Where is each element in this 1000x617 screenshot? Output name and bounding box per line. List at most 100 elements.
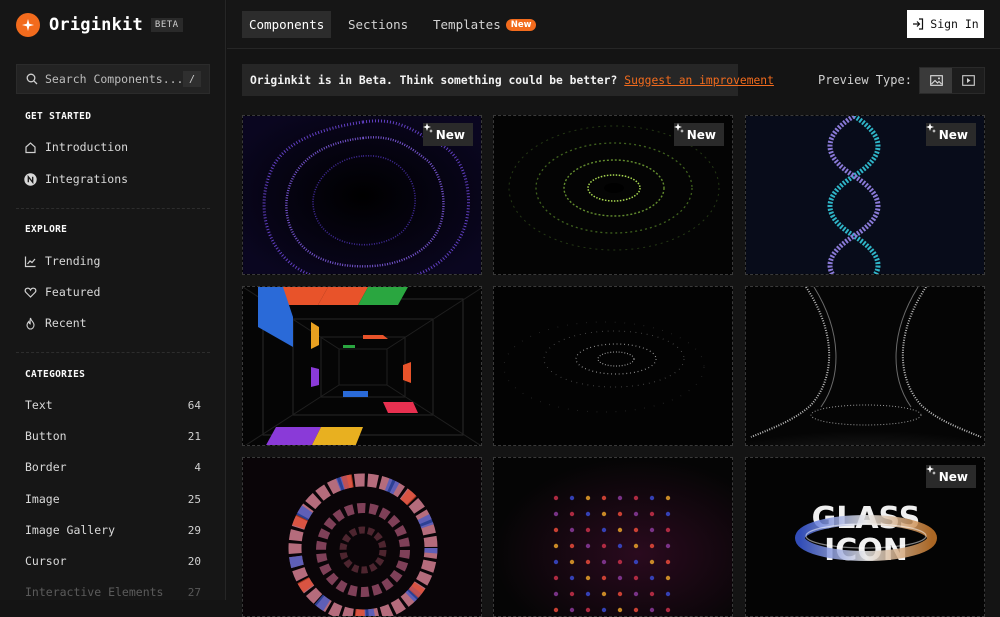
trending-icon	[24, 255, 37, 268]
grid-dot	[617, 495, 623, 501]
badge-label: New	[686, 127, 716, 142]
n-logo-icon	[24, 172, 37, 186]
category-item-image[interactable]: Image 25	[25, 489, 201, 509]
badge-label: New	[435, 127, 465, 142]
preview-type-label: Preview Type:	[818, 73, 912, 87]
component-card[interactable]: New	[242, 115, 482, 275]
grid-dot	[617, 511, 623, 517]
group-title-explore: EXPLORE	[25, 224, 68, 235]
grid-dot	[553, 559, 559, 565]
photo-ring-gallery-preview	[243, 458, 481, 616]
category-item-button[interactable]: Button 21	[25, 426, 201, 446]
component-card[interactable]	[242, 286, 482, 446]
color-tunnel-preview	[243, 287, 481, 445]
grid-dot	[633, 575, 639, 581]
new-badge: New	[673, 123, 724, 146]
component-card[interactable]: New	[745, 115, 985, 275]
grid-dot	[585, 575, 591, 581]
grid-dot	[569, 607, 575, 613]
grid-dot	[553, 607, 559, 613]
grid-dot	[665, 543, 671, 549]
category-label: Image	[25, 492, 60, 506]
top-bar: Components Sections Templates New Sign I…	[227, 0, 1000, 49]
grid-dot	[633, 527, 639, 533]
component-card[interactable]: GLASS ICON New	[745, 457, 985, 617]
category-label: Cursor	[25, 554, 67, 568]
search-placeholder: Search Components...	[45, 72, 184, 86]
sidebar-item-label: Recent	[45, 316, 87, 330]
grid-dot	[601, 575, 607, 581]
sign-in-button[interactable]: Sign In	[907, 10, 984, 38]
sidebar-item-featured[interactable]: Featured	[24, 282, 202, 302]
grid-dot	[553, 575, 559, 581]
sidebar-item-trending[interactable]: Trending	[24, 251, 202, 271]
new-pill: New	[505, 18, 537, 31]
category-item-cursor[interactable]: Cursor 20	[25, 551, 201, 571]
search-input[interactable]: Search Components... /	[16, 64, 210, 94]
badge-label: New	[938, 469, 968, 484]
grid-dot	[633, 511, 639, 517]
grid-dot	[633, 607, 639, 613]
component-card[interactable]	[242, 457, 482, 617]
tab-label: Templates	[433, 17, 501, 32]
grid-dot	[617, 607, 623, 613]
component-card[interactable]: New	[493, 115, 733, 275]
sidebar-item-integrations[interactable]: Integrations	[24, 169, 202, 189]
grid-dot	[553, 511, 559, 517]
category-item-text[interactable]: Text 64	[25, 395, 201, 415]
sidebar-item-label: Featured	[45, 285, 101, 299]
brand[interactable]: Originkit BETA	[16, 12, 183, 38]
grid-dot	[617, 575, 623, 581]
category-count: 64	[187, 398, 201, 412]
category-count: 27	[187, 585, 201, 599]
badge-label: New	[938, 127, 968, 142]
category-item-image-gallery[interactable]: Image Gallery 29	[25, 520, 201, 540]
sidebar: Originkit BETA Search Components... / GE…	[0, 0, 226, 600]
group-title-get-started: GET STARTED	[25, 111, 92, 122]
sidebar-item-introduction[interactable]: Introduction	[24, 137, 202, 157]
grid-dot	[601, 511, 607, 517]
tab-components[interactable]: Components	[242, 11, 332, 38]
grid-dot	[633, 591, 639, 597]
category-item-border[interactable]: Border 4	[25, 457, 201, 477]
flame-icon	[24, 317, 37, 330]
grid-dot	[649, 495, 655, 501]
grid-dot	[649, 575, 655, 581]
category-label: Border	[25, 460, 67, 474]
grid-dot	[665, 575, 671, 581]
category-item-interactive-elements[interactable]: Interactive Elements 27	[25, 582, 201, 602]
grid-dot	[585, 607, 591, 613]
category-label: Text	[25, 398, 53, 412]
search-shortcut: /	[183, 71, 201, 87]
tab-sections[interactable]: Sections	[348, 11, 408, 38]
video-icon	[961, 75, 975, 86]
dot-grid-preview	[494, 458, 732, 616]
grid-dot	[601, 591, 607, 597]
grid-dot	[553, 591, 559, 597]
sidebar-item-label: Trending	[45, 254, 101, 268]
search-icon	[26, 73, 38, 85]
tab-templates[interactable]: Templates New	[433, 11, 537, 38]
category-label: Image Gallery	[25, 523, 116, 537]
grid-dot	[569, 591, 575, 597]
grid-dot	[601, 527, 607, 533]
brand-name: Originkit	[49, 15, 143, 35]
component-card[interactable]	[493, 457, 733, 617]
grid-dot	[633, 495, 639, 501]
grid-dot	[633, 559, 639, 565]
grid-dot	[665, 527, 671, 533]
component-card[interactable]	[493, 286, 733, 446]
group-title-categories: CATEGORIES	[25, 369, 86, 380]
grid-dot	[585, 543, 591, 549]
grid-dot	[585, 559, 591, 565]
suggest-improvement-link[interactable]: Suggest an improvement	[624, 74, 774, 87]
heart-icon	[24, 286, 37, 299]
divider	[16, 352, 210, 353]
sidebar-item-label: Integrations	[45, 172, 129, 186]
preview-video-button[interactable]	[952, 68, 984, 93]
preview-image-button[interactable]	[920, 68, 952, 93]
category-count: 25	[187, 492, 201, 506]
category-label: Interactive Elements	[25, 585, 164, 599]
component-card[interactable]	[745, 286, 985, 446]
sidebar-item-recent[interactable]: Recent	[24, 313, 202, 333]
